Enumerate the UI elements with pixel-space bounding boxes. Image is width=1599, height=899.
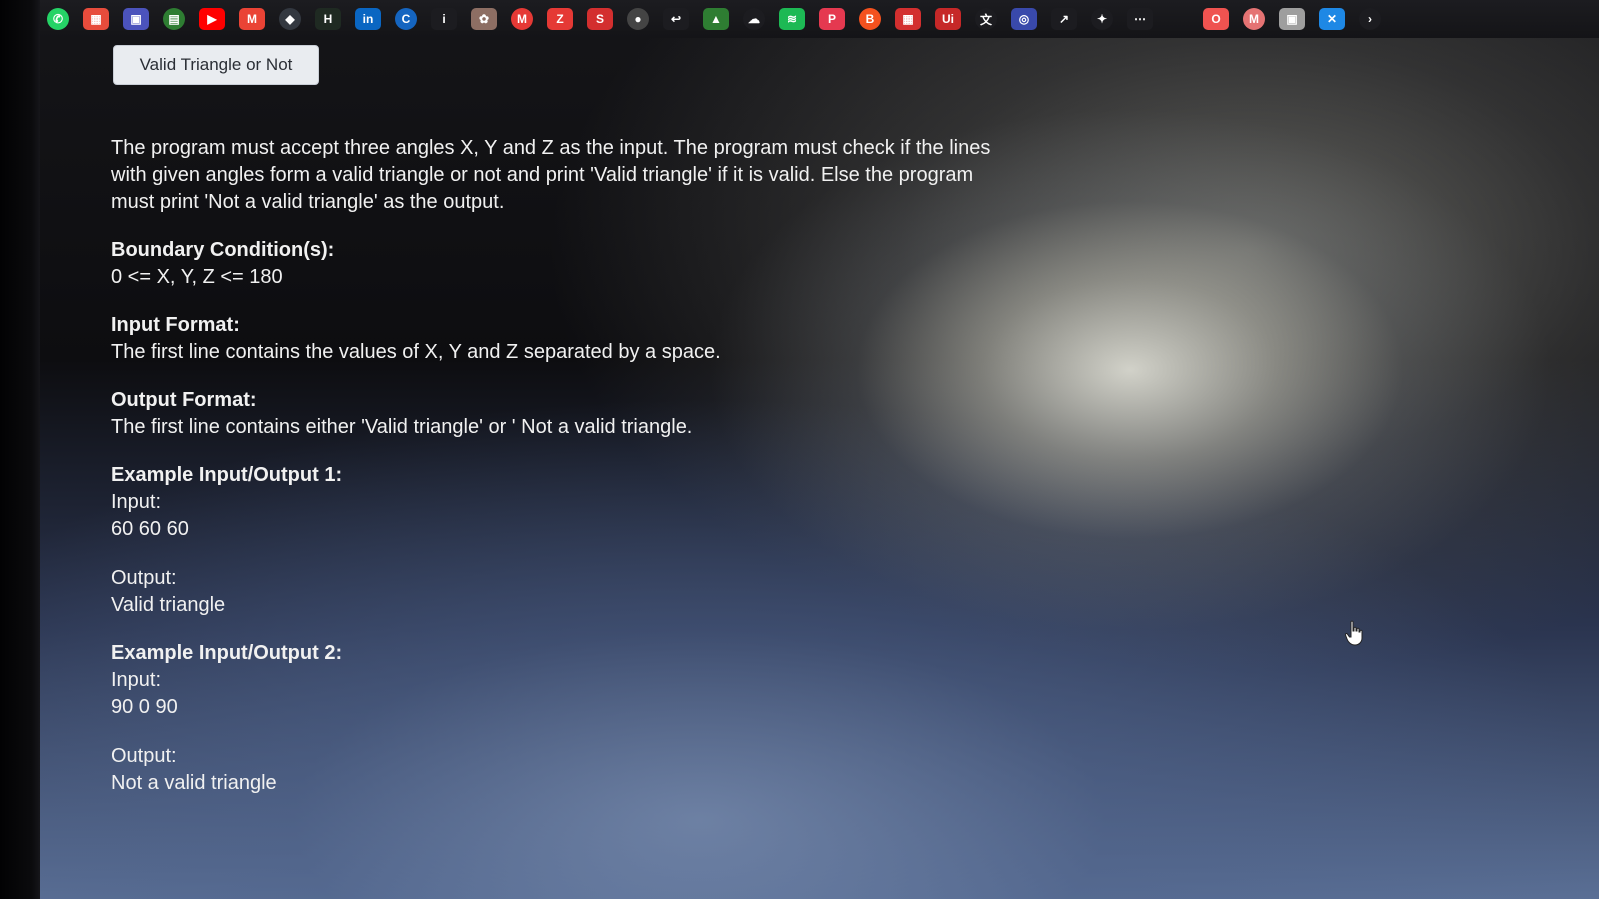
problem-title: Valid Triangle or Not bbox=[139, 55, 293, 74]
app-icon[interactable]: ◆ bbox=[279, 8, 301, 30]
screen: ✆ ▦ ▣ ▤ ▶ M ◆ Hin Ci ✿ M Z S ● ↩ ▲ ☁ ≋ P B ▦ Ui 文 ◎ ↗ ✦ ⋯ O M ▣ ✕ › Val… bbox=[0, 0, 1599, 899]
translate-icon[interactable]: 文 bbox=[975, 8, 997, 30]
ui-app-icon[interactable]: Ui bbox=[935, 8, 961, 30]
chevron-right-icon[interactable]: › bbox=[1359, 8, 1381, 30]
output-format-section: Output Format: The first line contains e… bbox=[111, 387, 991, 441]
s-app-icon[interactable]: S bbox=[587, 8, 613, 30]
example-2-output-value: Not a valid triangle bbox=[111, 772, 277, 794]
hand-cursor-icon bbox=[1345, 620, 1363, 646]
cloud-icon[interactable]: ☁ bbox=[743, 8, 765, 30]
info-icon[interactable]: i bbox=[431, 8, 457, 30]
output-format-heading: Output Format: bbox=[111, 389, 257, 411]
example-2-section: Example Input/Output 2: Input: 90 0 90 O… bbox=[111, 640, 991, 797]
input-format-section: Input Format: The first line contains th… bbox=[111, 312, 991, 366]
example-1-section: Example Input/Output 1: Input: 60 60 60 … bbox=[111, 462, 991, 619]
pinterest-icon[interactable]: P bbox=[819, 8, 845, 30]
github-icon[interactable]: ● bbox=[627, 8, 649, 30]
problem-description: The program must accept three angles X, … bbox=[111, 137, 991, 213]
output-format-text: The first line contains either 'Valid tr… bbox=[111, 416, 693, 438]
input-format-text: The first line contains the values of X,… bbox=[111, 341, 721, 363]
youtube-icon[interactable]: ▶ bbox=[199, 8, 225, 30]
example-1-input-label: Input: bbox=[111, 491, 162, 513]
teams-icon[interactable]: ▣ bbox=[123, 8, 149, 30]
dots-icon[interactable]: ⋯ bbox=[1127, 8, 1153, 30]
example-2-input-label: Input: bbox=[111, 669, 162, 691]
taskbar: ✆ ▦ ▣ ▤ ▶ M ◆ Hin Ci ✿ M Z S ● ↩ ▲ ☁ ≋ P B ▦ Ui 文 ◎ ↗ ✦ ⋯ O M ▣ ✕ › bbox=[40, 0, 1599, 38]
m-app-icon[interactable]: M bbox=[1243, 8, 1265, 30]
problem-title-tab[interactable]: Valid Triangle or Not bbox=[113, 45, 319, 85]
profile-icon[interactable]: ▣ bbox=[1279, 8, 1305, 30]
problem-statement: The program must accept three angles X, … bbox=[111, 135, 991, 797]
calendar-icon[interactable]: ▦ bbox=[895, 8, 921, 30]
blogger-icon[interactable]: B bbox=[859, 8, 881, 30]
shield-icon[interactable]: ▲ bbox=[703, 8, 729, 30]
arrow-icon[interactable]: ↗ bbox=[1051, 8, 1077, 30]
input-format-heading: Input Format: bbox=[111, 314, 240, 336]
mail-icon[interactable]: M bbox=[511, 8, 533, 30]
boundary-section: Boundary Condition(s): 0 <= X, Y, Z <= 1… bbox=[111, 237, 991, 291]
puzzle-icon[interactable]: ✦ bbox=[1091, 8, 1113, 30]
example-1-output-label: Output: bbox=[111, 567, 177, 589]
example-1-input-value: 60 60 60 bbox=[111, 518, 189, 540]
monitor-bezel bbox=[0, 0, 40, 899]
opera-icon[interactable]: O bbox=[1203, 8, 1229, 30]
whatsapp-icon[interactable]: ✆ bbox=[47, 8, 69, 30]
example-1-heading: Example Input/Output 1: bbox=[111, 464, 343, 486]
hackerrank-icon[interactable]: H bbox=[315, 8, 341, 30]
z-app-icon[interactable]: Z bbox=[547, 8, 573, 30]
gmail-icon[interactable]: M bbox=[239, 8, 265, 30]
settings-icon[interactable]: ✕ bbox=[1319, 8, 1345, 30]
safari-icon[interactable]: ◎ bbox=[1011, 8, 1037, 30]
example-2-heading: Example Input/Output 2: bbox=[111, 642, 343, 664]
linkedin-icon[interactable]: in bbox=[355, 8, 381, 30]
example-1-output-value: Valid triangle bbox=[111, 594, 226, 616]
windows-store-icon[interactable]: ▦ bbox=[83, 8, 109, 30]
spotify-icon[interactable]: ≋ bbox=[779, 8, 805, 30]
boundary-heading: Boundary Condition(s): bbox=[111, 239, 335, 261]
example-2-output-label: Output: bbox=[111, 745, 177, 767]
extension-icon[interactable]: ✿ bbox=[471, 8, 497, 30]
c-app-icon[interactable]: C bbox=[395, 8, 417, 30]
example-2-input-value: 90 0 90 bbox=[111, 696, 178, 718]
tool-icon[interactable]: ↩ bbox=[663, 8, 689, 30]
boundary-text: 0 <= X, Y, Z <= 180 bbox=[111, 266, 283, 288]
photos-icon[interactable]: ▤ bbox=[163, 8, 185, 30]
